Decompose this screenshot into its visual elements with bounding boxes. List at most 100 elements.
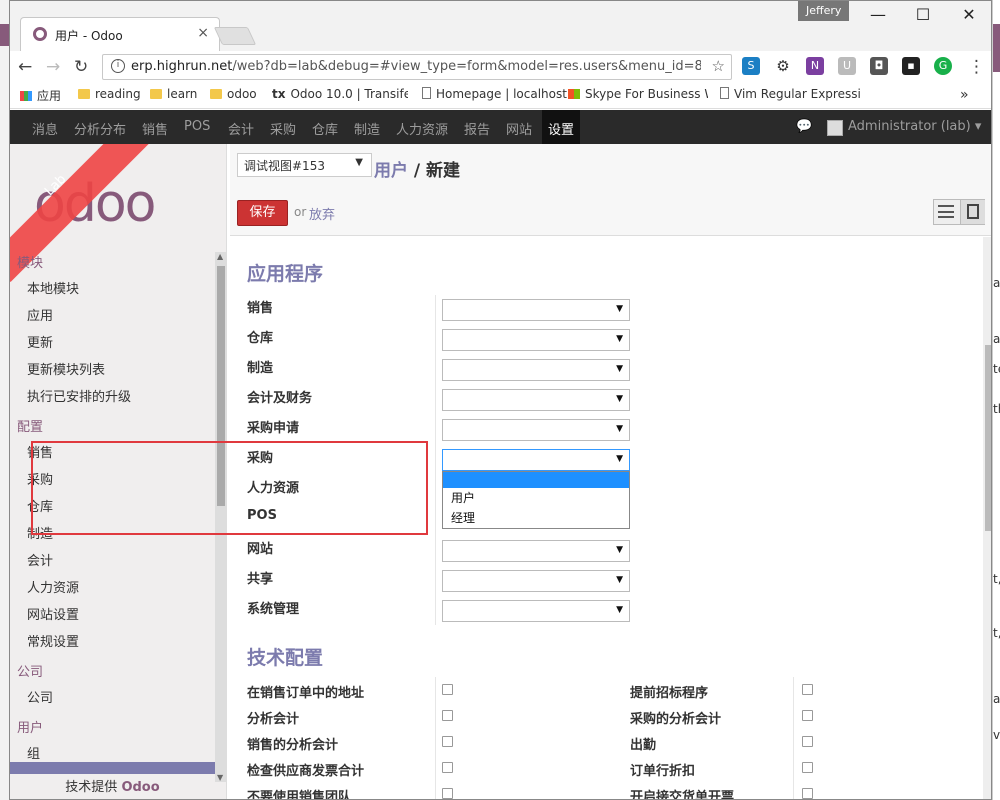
extension-dark-icon[interactable]: ▪ bbox=[902, 57, 920, 75]
chat-icon[interactable]: 💬 bbox=[796, 119, 812, 134]
checkbox-tender[interactable] bbox=[802, 684, 813, 695]
menu-messages[interactable]: 消息 bbox=[32, 119, 58, 138]
checkbox-invoice-totals[interactable] bbox=[442, 762, 453, 773]
select-sales[interactable]: ▼ bbox=[442, 299, 630, 321]
folder-icon bbox=[210, 89, 222, 99]
discard-button[interactable]: 放弃 bbox=[309, 204, 335, 223]
purchase-dropdown-list: 用户 经理 bbox=[442, 471, 630, 529]
select-purchase-request[interactable]: ▼ bbox=[442, 419, 630, 441]
main-scrollbar[interactable] bbox=[983, 237, 991, 799]
shield-icon[interactable]: U bbox=[838, 57, 856, 75]
menu-hr[interactable]: 人力资源 bbox=[396, 119, 448, 138]
sidebar-item-accounting[interactable]: 会计 bbox=[27, 550, 53, 569]
checkbox-no-sales-team[interactable] bbox=[442, 788, 453, 799]
bookmark-apps[interactable]: 应用 bbox=[20, 87, 61, 104]
main-scroll-thumb[interactable] bbox=[985, 345, 991, 531]
bookmark-learn[interactable]: learn bbox=[150, 87, 197, 101]
select-manufacturing[interactable]: ▼ bbox=[442, 359, 630, 381]
sidebar-item-groups[interactable]: 组 bbox=[27, 743, 40, 762]
user-menu[interactable]: Administrator (lab) ▾ bbox=[848, 119, 981, 134]
sidebar-item-companies[interactable]: 公司 bbox=[27, 687, 53, 706]
sidebar-item-hr[interactable]: 人力资源 bbox=[27, 577, 79, 596]
bookmark-odoo[interactable]: odoo bbox=[210, 87, 257, 101]
select-sharing[interactable]: ▼ bbox=[442, 570, 630, 592]
folder-icon bbox=[150, 89, 162, 99]
menu-reporting[interactable]: 报告 bbox=[464, 119, 490, 138]
select-administration[interactable]: ▼ bbox=[442, 600, 630, 622]
checkbox-analytic[interactable] bbox=[442, 710, 453, 721]
new-tab-button[interactable] bbox=[213, 27, 257, 45]
url-text[interactable]: erp.highrun.net/web?db=lab&debug=#view_t… bbox=[131, 59, 701, 74]
info-icon[interactable]: i bbox=[111, 59, 125, 73]
select-purchase[interactable]: ▼ bbox=[442, 449, 630, 471]
maximize-button[interactable]: ☐ bbox=[900, 5, 946, 24]
sidebar-item-update-list[interactable]: 更新模块列表 bbox=[27, 359, 105, 378]
extension-gear-icon[interactable]: ⚙ bbox=[774, 57, 792, 75]
sidebar-heading-config: 配置 bbox=[17, 420, 44, 435]
tech-label-sales-analytic: 销售的分析会计 bbox=[247, 738, 339, 753]
debug-view-select[interactable]: 调试视图#153 ▼ bbox=[237, 153, 372, 177]
sidebar-item-apps[interactable]: 应用 bbox=[27, 305, 53, 324]
menu-pos[interactable]: POS bbox=[184, 119, 210, 134]
select-website[interactable]: ▼ bbox=[442, 540, 630, 562]
bookmark-skype[interactable]: Skype For Business W bbox=[568, 87, 708, 101]
forward-arrow-icon[interactable]: → bbox=[46, 57, 60, 77]
dropdown-option-user[interactable]: 用户 bbox=[443, 488, 629, 508]
select-accounting[interactable]: ▼ bbox=[442, 389, 630, 411]
bookmark-reading[interactable]: reading bbox=[78, 87, 141, 101]
background-text: a bbox=[993, 692, 1000, 706]
browser-menu-icon[interactable]: ⋮ bbox=[968, 57, 985, 77]
bookmark-localhost[interactable]: Homepage | localhost bbox=[422, 87, 567, 101]
sidebar-item-scheduled-upgrades[interactable]: 执行已安排的升级 bbox=[27, 386, 131, 405]
menu-manufacturing[interactable]: 制造 bbox=[354, 119, 380, 138]
scroll-up-icon[interactable]: ▲ bbox=[217, 252, 223, 261]
menu-settings[interactable]: 设置 bbox=[542, 110, 581, 144]
breadcrumb-users[interactable]: 用户 bbox=[374, 161, 408, 181]
sidebar-item-general-settings[interactable]: 常规设置 bbox=[27, 631, 79, 650]
tech-label-so-address: 在销售订单中的地址 bbox=[247, 686, 365, 701]
debug-view-value: 调试视图#153 bbox=[244, 159, 325, 173]
save-button[interactable]: 保存 bbox=[237, 200, 288, 226]
checkbox-sales-analytic[interactable] bbox=[442, 736, 453, 747]
list-view-icon[interactable] bbox=[938, 205, 954, 219]
onenote-icon[interactable]: N bbox=[806, 57, 824, 75]
extension-badge-icon[interactable]: ◘ bbox=[870, 57, 888, 75]
avatar[interactable] bbox=[827, 120, 843, 136]
menu-website[interactable]: 网站 bbox=[506, 119, 532, 138]
column-divider bbox=[435, 677, 436, 799]
checkbox-attendance[interactable] bbox=[802, 736, 813, 747]
menu-warehouse[interactable]: 仓库 bbox=[312, 119, 338, 138]
sidebar-item-website-settings[interactable]: 网站设置 bbox=[27, 604, 79, 623]
menu-sales[interactable]: 销售 bbox=[142, 119, 168, 138]
chevron-down-icon: ▼ bbox=[355, 157, 363, 168]
checkbox-so-address[interactable] bbox=[442, 684, 453, 695]
dropdown-option-manager[interactable]: 经理 bbox=[443, 508, 629, 528]
minimize-button[interactable]: — bbox=[855, 5, 901, 24]
checkbox-purchase-analytic[interactable] bbox=[802, 710, 813, 721]
checkbox-delivery-invoice[interactable] bbox=[802, 788, 813, 799]
scroll-down-icon[interactable]: ▼ bbox=[217, 773, 223, 782]
sidebar-item-updates[interactable]: 更新 bbox=[27, 332, 53, 351]
browser-tab[interactable]: 用户 - Odoo × bbox=[20, 17, 220, 51]
grammarly-icon[interactable]: G bbox=[934, 57, 952, 75]
menu-accounting[interactable]: 会计 bbox=[228, 119, 254, 138]
bookmark-vim[interactable]: Vim Regular Expressio bbox=[720, 87, 860, 101]
profile-badge[interactable]: Jeffery bbox=[798, 1, 850, 21]
footer-brand[interactable]: Odoo bbox=[121, 780, 159, 795]
url-bar[interactable]: i erp.highrun.net/web?db=lab&debug=#view… bbox=[102, 54, 732, 80]
back-arrow-icon[interactable]: ← bbox=[18, 57, 32, 77]
close-window-button[interactable]: ✕ bbox=[946, 5, 991, 24]
bookmark-star-icon[interactable]: ☆ bbox=[712, 57, 725, 75]
dropdown-option-empty[interactable] bbox=[443, 472, 629, 488]
select-warehouse[interactable]: ▼ bbox=[442, 329, 630, 351]
reload-icon[interactable]: ↻ bbox=[74, 57, 88, 77]
sidebar-item-local-modules[interactable]: 本地模块 bbox=[27, 278, 79, 297]
menu-purchase[interactable]: 采购 bbox=[270, 119, 296, 138]
bookmark-transifex[interactable]: tx Odoo 10.0 | Transifex bbox=[272, 87, 408, 101]
checkbox-line-discount[interactable] bbox=[802, 762, 813, 773]
extension-s-icon[interactable]: S bbox=[742, 57, 760, 75]
form-view-button[interactable] bbox=[960, 200, 985, 224]
menu-analytic[interactable]: 分析分布 bbox=[74, 119, 126, 138]
tab-close-icon[interactable]: × bbox=[197, 25, 209, 41]
bookmarks-more[interactable]: » bbox=[960, 87, 969, 103]
